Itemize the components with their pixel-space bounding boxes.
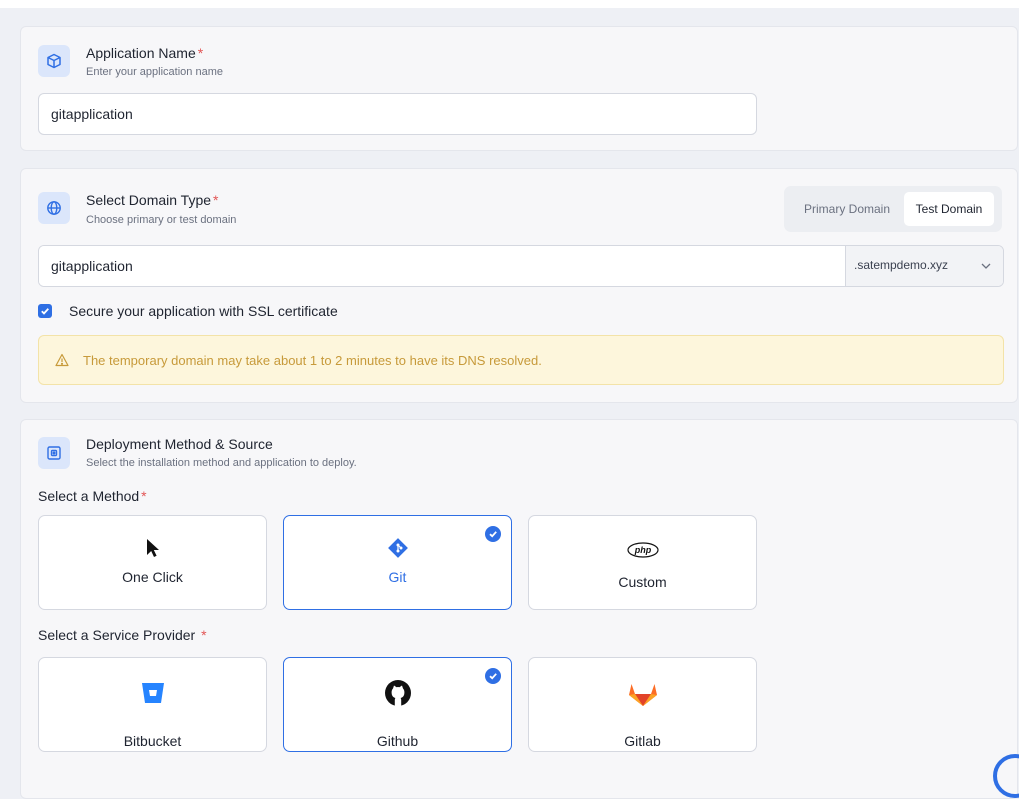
warning-icon bbox=[55, 353, 69, 367]
package-icon bbox=[38, 437, 70, 469]
github-icon bbox=[284, 679, 511, 707]
git-icon bbox=[284, 537, 511, 559]
domain-suffix-value: .satempdemo.xyz bbox=[854, 258, 949, 272]
globe-icon bbox=[38, 192, 70, 224]
application-name-subtitle: Enter your application name bbox=[86, 66, 223, 78]
domain-type-title: Select Domain Type * bbox=[86, 192, 219, 208]
application-name-title: Application Name * bbox=[86, 45, 204, 61]
method-one-click[interactable]: One Click bbox=[38, 515, 267, 610]
domain-type-toggle: Primary Domain Test Domain bbox=[784, 186, 1002, 232]
cursor-icon bbox=[39, 537, 266, 559]
domain-input-group: .satempdemo.xyz bbox=[38, 245, 1004, 287]
ssl-label: Secure your application with SSL certifi… bbox=[69, 303, 338, 319]
dns-warning: The temporary domain may take about 1 to… bbox=[38, 335, 1004, 385]
subdomain-input[interactable] bbox=[39, 246, 845, 286]
check-icon bbox=[41, 308, 49, 315]
application-name-input[interactable] bbox=[38, 93, 757, 135]
domain-type-subtitle: Choose primary or test domain bbox=[86, 214, 237, 226]
provider-label-bitbucket: Bitbucket bbox=[123, 733, 182, 749]
deployment-title: Deployment Method & Source bbox=[86, 436, 273, 452]
domain-suffix-select[interactable]: .satempdemo.xyz bbox=[845, 246, 1003, 286]
top-strip bbox=[0, 0, 1019, 8]
deployment-subtitle: Select the installation method and appli… bbox=[86, 457, 357, 469]
cube-icon bbox=[38, 45, 70, 77]
application-name-card: Application Name * Enter your application… bbox=[20, 26, 1018, 151]
domain-type-card: Select Domain Type * Choose primary or te… bbox=[20, 168, 1018, 403]
provider-label-github: Github bbox=[376, 733, 419, 749]
provider-label-gitlab: Gitlab bbox=[624, 733, 661, 749]
method-label-one-click: One Click bbox=[122, 569, 183, 585]
chevron-down-icon bbox=[981, 263, 991, 269]
deployment-card: Deployment Method & Source Select the in… bbox=[20, 419, 1018, 799]
dns-warning-text: The temporary domain may take about 1 to… bbox=[83, 352, 542, 368]
method-label: Select a Method * bbox=[38, 488, 147, 504]
method-label-git: Git bbox=[388, 569, 407, 585]
method-git[interactable]: Git bbox=[283, 515, 512, 610]
method-label-custom: Custom bbox=[618, 574, 667, 590]
provider-github[interactable]: Github bbox=[283, 657, 512, 752]
provider-label: Select a Service Provider * bbox=[38, 627, 207, 643]
test-domain-option[interactable]: Test Domain bbox=[904, 192, 994, 226]
ssl-checkbox[interactable] bbox=[38, 304, 52, 318]
php-icon: php bbox=[529, 542, 756, 558]
gitlab-icon bbox=[529, 680, 756, 708]
provider-bitbucket[interactable]: Bitbucket bbox=[38, 657, 267, 752]
bitbucket-icon bbox=[39, 681, 266, 705]
ssl-row: Secure your application with SSL certifi… bbox=[38, 301, 338, 321]
provider-gitlab[interactable]: Gitlab bbox=[528, 657, 757, 752]
primary-domain-option[interactable]: Primary Domain bbox=[792, 192, 902, 226]
method-custom[interactable]: php Custom bbox=[528, 515, 757, 610]
svg-text:php: php bbox=[633, 545, 651, 555]
